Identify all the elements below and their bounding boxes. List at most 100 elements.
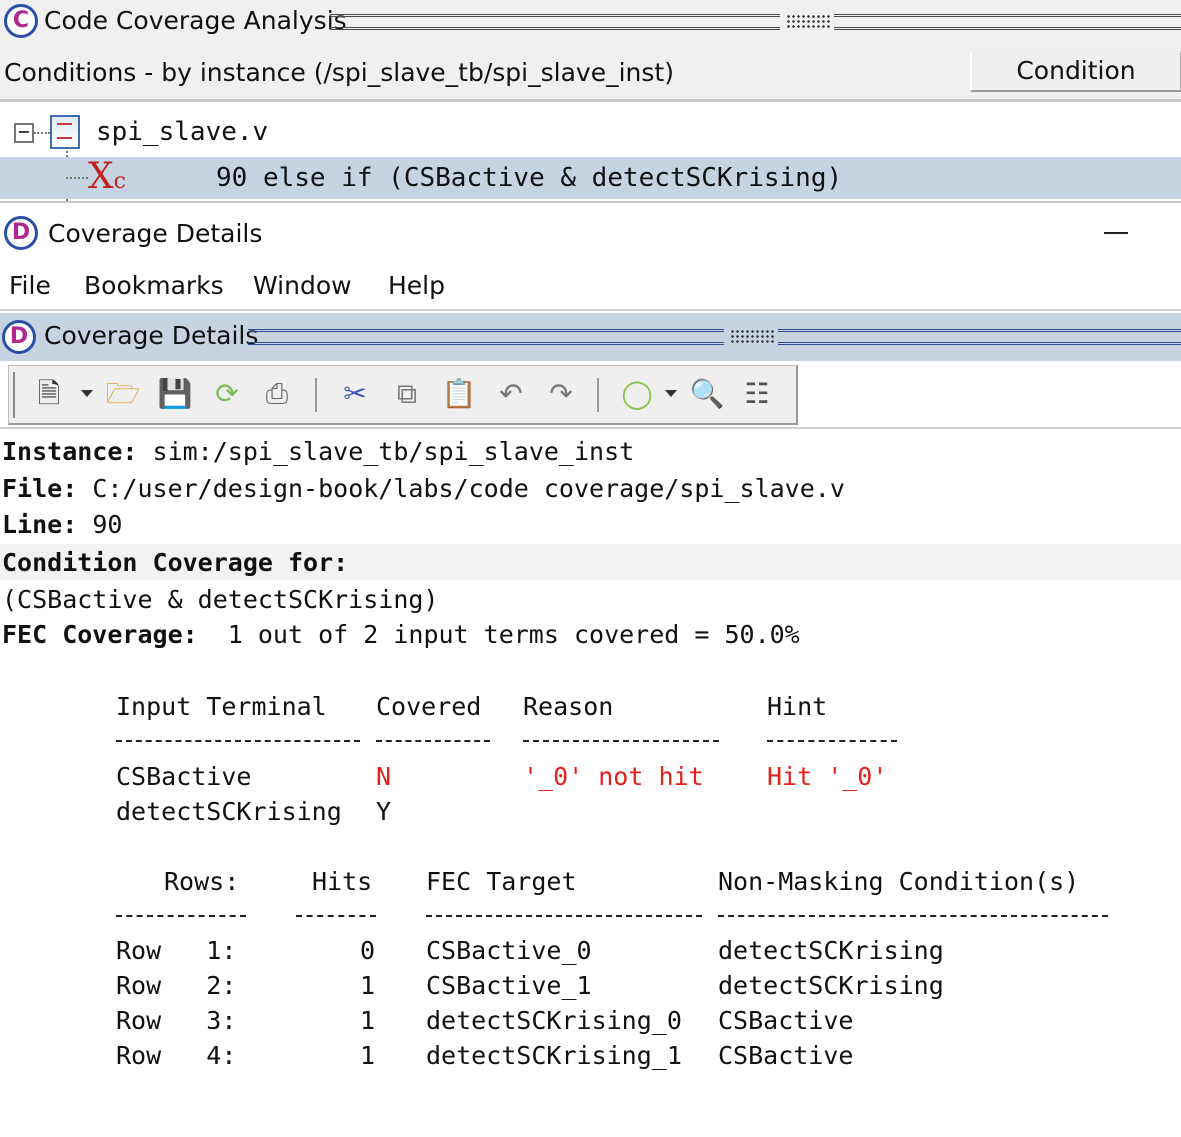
rows-divider [718, 915, 1108, 917]
row-hits: 0 [360, 936, 376, 965]
find-icon[interactable]: 🔍 [689, 376, 725, 412]
instance-label: Instance: [2, 437, 138, 466]
term-terminal: detectSCKrising [116, 797, 342, 826]
row-target: detectSCKrising_0 [426, 1006, 682, 1035]
fec-label: FEC Coverage: [2, 620, 198, 649]
toolbar: 🗎 🗁 💾 ⟳ ⎙ ✂ ⧉ 📋 ↶ ↷ ◯ 🔍 ☷ [0, 361, 1181, 429]
code-coverage-titlebar[interactable]: C Code Coverage Analysis [0, 0, 1181, 44]
verilog-file-icon [50, 115, 80, 149]
toolbar-separator [315, 378, 317, 412]
coverage-details-window-title: Coverage Details [48, 219, 263, 248]
row-label: Row 2: [116, 971, 237, 1000]
minimize-button[interactable] [1096, 213, 1136, 253]
condition-missed-icon: Xc [88, 156, 126, 197]
terms-header-reason: Reason [523, 692, 614, 721]
terms-header-hint: Hint [767, 692, 828, 721]
row-label: Row 1: [116, 936, 237, 965]
save-icon[interactable]: 💾 [157, 376, 193, 412]
panel-grip-lines-right [778, 329, 1181, 345]
structure-icon[interactable]: ☷ [739, 376, 775, 412]
condition-expression: (CSBactive & detectSCKrising) [2, 585, 439, 614]
rows-header-condition: Non-Masking Condition(s) [718, 867, 1080, 896]
terms-divider [376, 740, 490, 742]
term-covered: Y [376, 797, 392, 826]
toolbar-separator [597, 378, 599, 412]
term-reason: '_0' not hit [523, 762, 704, 791]
titlebar-grip-lines [330, 14, 780, 30]
fec-value: 1 out of 2 input terms covered = 50.0% [227, 620, 800, 649]
menu-window[interactable]: Window [253, 271, 352, 300]
code-coverage-subtitle: Conditions - by instance (/spi_slave_tb/… [4, 58, 674, 87]
line-value: 90 [92, 510, 123, 539]
row-condition: CSBactive [718, 1041, 854, 1070]
toolbar-grip[interactable] [13, 372, 15, 418]
file-value: C:/user/design-book/labs/code coverage/s… [92, 474, 845, 503]
run-dropdown-icon[interactable] [665, 390, 677, 397]
rows-header-rows: Rows: [164, 867, 240, 896]
menu-file[interactable]: File [9, 271, 51, 300]
coverage-tree: − spi_slave.v Xc 90 else if (CSBactive &… [0, 105, 1181, 203]
tree-condition-text: 90 else if (CSBactive & detectSCKrising) [216, 163, 843, 193]
new-document-dropdown-icon[interactable] [81, 390, 93, 397]
row-condition: detectSCKrising [718, 936, 944, 965]
rows-divider [426, 915, 702, 917]
undo-icon[interactable]: ↶ [493, 376, 529, 412]
cut-icon[interactable]: ✂ [337, 376, 373, 412]
menu-bookmarks[interactable]: Bookmarks [84, 271, 224, 300]
collapse-toggle-icon[interactable]: − [14, 123, 34, 143]
coverage-details-content: Instance: sim:/spi_slave_tb/spi_slave_in… [0, 431, 1181, 1137]
tree-file-node[interactable]: spi_slave.v [96, 117, 268, 147]
coverage-details-window-titlebar[interactable]: D Coverage Details [0, 205, 1181, 261]
row-label: Row 4: [116, 1041, 237, 1070]
line-line: Line: 90 [2, 510, 122, 539]
tree-row-selected[interactable]: Xc 90 else if (CSBactive & detectSCKrisi… [0, 157, 1181, 199]
row-condition: detectSCKrising [718, 971, 944, 1000]
run-icon[interactable]: ◯ [619, 376, 655, 412]
open-folder-icon[interactable]: 🗁 [105, 376, 141, 412]
condition-column-header[interactable]: Condition [970, 52, 1181, 92]
terms-divider [767, 740, 897, 742]
print-icon[interactable]: ⎙ [259, 376, 295, 412]
titlebar-drag-handle-icon[interactable] [786, 14, 830, 30]
menu-help[interactable]: Help [388, 271, 445, 300]
coverage-details-logo-icon: D [4, 216, 38, 250]
condition-for-label: Condition Coverage for: [2, 548, 349, 577]
line-label: Line: [2, 510, 78, 539]
term-terminal: CSBactive [116, 762, 252, 791]
rows-header-target: FEC Target [426, 867, 577, 896]
terms-divider [523, 740, 719, 742]
term-covered: N [376, 762, 392, 791]
instance-value: sim:/spi_slave_tb/spi_slave_inst [152, 437, 635, 466]
panel-grip-lines [248, 329, 724, 345]
coverage-details-panel-titlebar[interactable]: D Coverage Details [0, 313, 1181, 361]
rows-header-hits: Hits [312, 867, 373, 896]
file-label: File: [2, 474, 78, 503]
row-target: CSBactive_0 [426, 936, 592, 965]
code-coverage-header: Conditions - by instance (/spi_slave_tb/… [0, 44, 1181, 102]
terms-header-covered: Covered [376, 692, 482, 721]
fec-line: FEC Coverage: 1 out of 2 input terms cov… [2, 620, 800, 649]
row-hits: 1 [360, 1006, 376, 1035]
rows-divider [116, 915, 246, 917]
row-label: Row 3: [116, 1006, 237, 1035]
row-condition: CSBactive [718, 1006, 854, 1035]
titlebar-grip-lines-right [834, 14, 1181, 30]
condition-for-line: Condition Coverage for: [2, 548, 348, 577]
copy-icon[interactable]: ⧉ [389, 376, 425, 412]
reload-icon[interactable]: ⟳ [209, 376, 245, 412]
coverage-details-panel-logo-icon: D [2, 320, 36, 354]
coverage-details-panel-title: Coverage Details [44, 321, 259, 350]
redo-icon[interactable]: ↷ [543, 376, 579, 412]
row-hits: 1 [360, 1041, 376, 1070]
terms-header-terminal: Input Terminal [116, 692, 327, 721]
row-hits: 1 [360, 971, 376, 1000]
file-line: File: C:/user/design-book/labs/code cove… [2, 474, 845, 503]
code-coverage-title: Code Coverage Analysis [44, 6, 347, 35]
new-document-icon[interactable]: 🗎 [31, 376, 67, 412]
panel-drag-handle-icon[interactable] [730, 329, 774, 345]
code-coverage-logo-icon: C [4, 4, 38, 38]
paste-icon[interactable]: 📋 [441, 376, 477, 412]
toolbar-group: 🗎 🗁 💾 ⟳ ⎙ ✂ ⧉ 📋 ↶ ↷ ◯ 🔍 ☷ [8, 365, 798, 425]
row-target: detectSCKrising_1 [426, 1041, 682, 1070]
term-hint: Hit '_0' [767, 762, 888, 791]
